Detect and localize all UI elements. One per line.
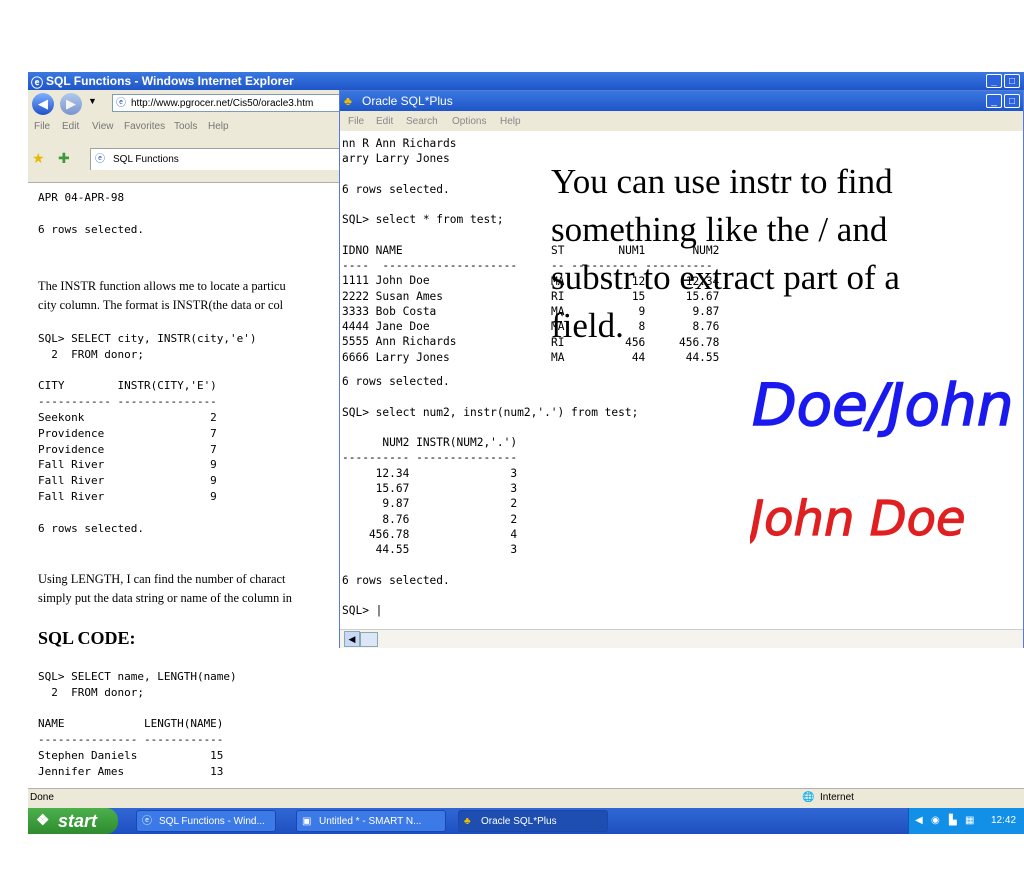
annotation-line4: field. [551,306,624,345]
back-icon[interactable]: ◀ [32,93,54,115]
length-paragraph-line1: Using LENGTH, I can find the number of c… [38,572,286,586]
forward-icon[interactable]: ▶ [60,93,82,115]
status-text: Done [30,792,54,803]
start-button[interactable]: ❖ start [28,808,118,834]
add-favorite-icon[interactable]: ✚ [58,150,70,167]
menu-view[interactable]: View [92,121,114,132]
sp-menu-help[interactable]: Help [500,116,521,127]
length-paragraph-line2: simply put the data string or name of th… [38,591,292,605]
tray-network-icon[interactable]: ◉ [931,808,940,834]
console-output-bottom: 6 rows selected. SQL> select num2, instr… [342,375,639,618]
sp-menu-edit[interactable]: Edit [376,116,393,127]
menu-favorites[interactable]: Favorites [124,121,165,132]
sp-menu-file[interactable]: File [348,116,364,127]
zone-text: Internet [820,792,854,803]
task-label: Oracle SQL*Plus [481,816,557,827]
tray-flag-icon[interactable]: ▙ [949,808,957,834]
handwriting-red-text: John Doe [750,491,965,547]
instr-paragraph-line2: city column. The format is INSTR(the dat… [38,298,284,312]
tab-label: SQL Functions [113,154,179,165]
ie-status-bar: Done 🌐 Internet [28,788,1024,809]
page-icon: ⓔ [116,98,126,109]
annotation-text: You can use instr to find something like… [551,158,1021,350]
globe-icon: 🌐 [802,792,815,803]
address-text: http://www.pgrocer.net/Cis50/oracle3.htm [131,98,314,109]
console-output-top: nn R Ann Richards arry Larry Jones 6 row… [342,137,504,258]
annotation-line3: substr to extract part of a [551,258,900,297]
handwriting-red: John Doe [750,490,966,547]
annotation-line1: You can use instr to find [551,162,893,201]
windows-logo-icon: ❖ [36,812,50,829]
sp-menu-search[interactable]: Search [406,116,438,127]
sqlplus-minimize-icon[interactable]: _ [986,94,1002,108]
task-smart-notebook[interactable]: ▣ Untitled * - SMART N... [296,810,446,832]
ie-window-title: SQL Functions - Windows Internet Explore… [46,74,294,88]
system-tray: ◀ ◉ ▙ ▦ 12:42 [908,808,1024,834]
task-sql-functions[interactable]: ⓔ SQL Functions - Wind... [136,810,276,832]
handwriting-blue-text: Doe/John [752,371,1013,439]
sp-menu-options[interactable]: Options [452,116,486,127]
menu-file[interactable]: File [34,121,50,132]
address-input[interactable]: ⓔ http://www.pgrocer.net/Cis50/oracle3.h… [112,94,342,112]
task-oracle-icon: ♣ [464,816,471,827]
menu-tools[interactable]: Tools [174,121,197,132]
task-label: Untitled * - SMART N... [319,816,422,827]
favorites-star-icon[interactable]: ★ [32,150,45,167]
handwriting-blue: Doe/John [752,370,1014,440]
instr-paragraph-line1: The INSTR function allows me to locate a… [38,279,286,293]
horizontal-scrollbar[interactable]: ◀ [340,629,1023,648]
clock[interactable]: 12:42 [991,808,1016,834]
task-label: SQL Functions - Wind... [159,816,265,827]
sqlplus-maximize-icon[interactable]: □ [1004,94,1020,108]
taskbar: ❖ start ⓔ SQL Functions - Wind... ▣ Unti… [28,808,1024,834]
scroll-left-icon[interactable]: ◀ [344,631,360,647]
minimize-icon[interactable]: _ [986,74,1002,88]
tab-page-icon: ⓔ [95,154,105,165]
dropdown-icon[interactable]: ▼ [88,96,97,106]
sql-code-heading: SQL CODE: [38,628,136,648]
sql-output-block: APR 04-APR-98 6 rows selected. [38,191,144,236]
sqlplus-menu-bar: File Edit Search Options Help [340,111,1023,131]
task-oracle-sqlplus[interactable]: ♣ Oracle SQL*Plus [458,810,608,832]
menu-edit[interactable]: Edit [62,121,79,132]
annotation-line2: something like the / and [551,210,888,249]
ie-title-bar[interactable]: ⓔ SQL Functions - Windows Internet Explo… [28,72,1024,90]
sqlplus-window-title: Oracle SQL*Plus [362,94,453,108]
menu-help[interactable]: Help [208,121,229,132]
task-notebook-icon: ▣ [302,816,312,827]
length-query-block: SQL> SELECT name, LENGTH(name) 2 FROM do… [38,670,237,778]
instr-query-block: SQL> SELECT city, INSTR(city,'e') 2 FROM… [38,332,257,535]
maximize-icon[interactable]: □ [1004,74,1020,88]
console-table-rows: ---- -------------------- 1111 John Doe … [342,259,518,364]
tray-volume-icon[interactable]: ▦ [965,808,974,834]
oracle-icon: ♣ [344,94,352,108]
tab-sql-functions[interactable]: ⓔ SQL Functions [90,148,340,170]
scroll-thumb[interactable] [360,632,378,647]
tray-arrow-icon[interactable]: ◀ [915,808,923,834]
sqlplus-title-bar[interactable]: ♣ Oracle SQL*Plus _ □ [340,91,1023,111]
task-ie-icon: ⓔ [142,816,152,827]
start-label: start [58,811,98,831]
